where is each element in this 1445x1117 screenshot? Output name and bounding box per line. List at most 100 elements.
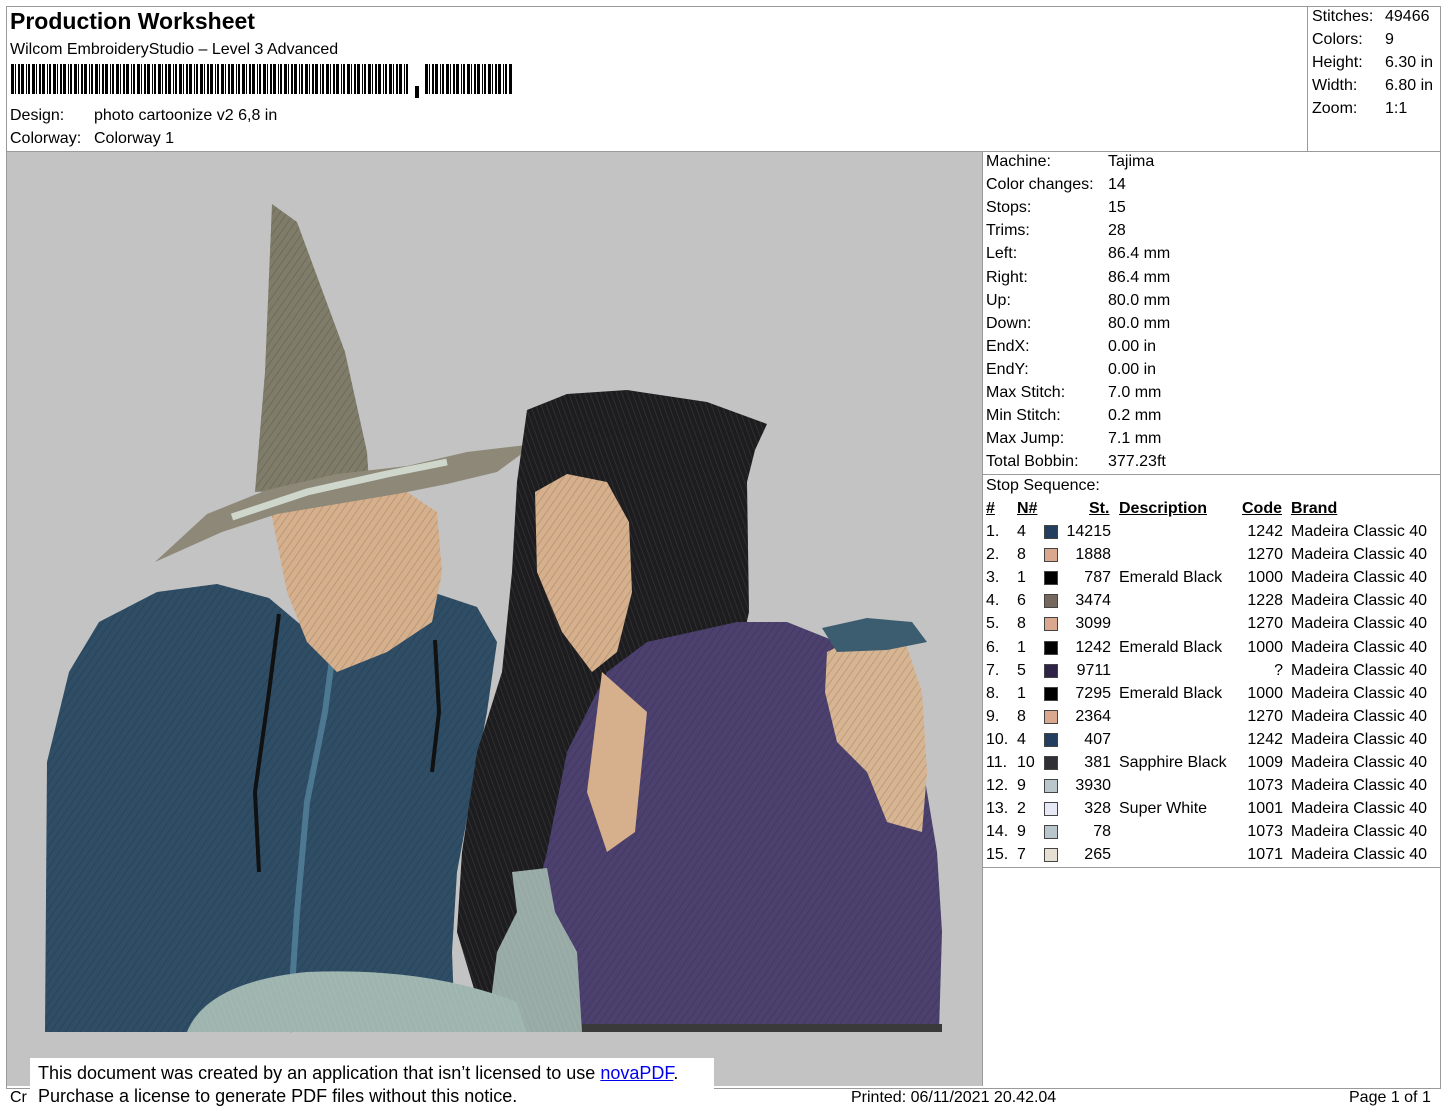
row-code: 1000: [1247, 638, 1283, 656]
design-stats: Stitches: 49466 Colors: 9 Height: 6.30 in W…: [1307, 6, 1442, 152]
row-brand: Madeira Classic 40: [1291, 661, 1428, 679]
stat-height: Height: 6.30 in: [1312, 54, 1434, 71]
row-description: Emerald Black: [1119, 638, 1223, 656]
row-number: 7.: [986, 661, 1000, 679]
row-number: 1.: [986, 523, 1000, 540]
machine-info-label: Down:: [986, 314, 1032, 332]
machine-info-row: Right: 86.4 mm: [986, 269, 1170, 287]
row-needle: 1: [1017, 569, 1026, 587]
row-needle: 4: [1017, 523, 1026, 540]
row-code: 1270: [1247, 546, 1283, 564]
row-code: ?: [1274, 661, 1283, 679]
machine-info-value: 0.00 in: [1108, 337, 1157, 355]
machine-info-row: Total Bobbin: 377.23ft: [986, 453, 1166, 471]
colorway-value: Colorway 1: [94, 130, 175, 147]
machine-info-row: Max Stitch: 7.0 mm: [986, 384, 1161, 402]
novapdf-link[interactable]: novaPDF: [600, 1063, 673, 1083]
row-number: 3.: [986, 569, 1000, 587]
row-description: Super White: [1119, 800, 1208, 818]
row-code: 1000: [1247, 684, 1283, 702]
col-header-brand: Brand: [1291, 500, 1338, 517]
page-number: Page 1 of 1: [1349, 1089, 1431, 1106]
machine-info-label: EndY:: [986, 360, 1029, 378]
row-number: 13.: [986, 800, 1009, 818]
row-brand: Madeira Classic 40: [1291, 800, 1428, 818]
machine-info-label: Left:: [986, 245, 1018, 263]
row-code: 1228: [1247, 592, 1283, 610]
row-brand: Madeira Classic 40: [1291, 592, 1428, 610]
row-brand: Madeira Classic 40: [1291, 846, 1428, 864]
row-needle: 10: [1017, 754, 1035, 771]
machine-info-label: Stops:: [986, 199, 1032, 217]
machine-info-label: Max Jump:: [986, 430, 1065, 448]
machine-info-label: Right:: [986, 268, 1028, 286]
stat-width: Width: 6.80 in: [1312, 77, 1434, 94]
colorway-label: Colorway:: [10, 130, 82, 147]
machine-info-row: Color changes: 14: [986, 176, 1126, 194]
machine-info-label: Total Bobbin:: [986, 453, 1079, 471]
machine-info-label: Max Stitch:: [986, 384, 1066, 401]
row-code: 1001: [1247, 800, 1283, 818]
design-value: photo cartoonize v2 6,8 in: [94, 107, 278, 124]
stat-zoom: Zoom: 1:1: [1312, 100, 1408, 117]
machine-info-value: 14: [1108, 176, 1126, 194]
row-number: 11.: [986, 754, 1008, 771]
row-code: 1270: [1247, 707, 1283, 725]
row-needle: 8: [1017, 615, 1026, 633]
row-brand: Madeira Classic 40: [1291, 754, 1428, 771]
row-number: 8.: [986, 684, 1000, 702]
stat-colors: Colors: 9: [1312, 31, 1394, 48]
row-code: 1242: [1247, 523, 1283, 540]
row-brand: Madeira Classic 40: [1291, 730, 1428, 748]
machine-info-value: 0.00 in: [1108, 360, 1157, 378]
row-needle: 7: [1017, 846, 1026, 864]
machine-info-value: Tajima: [1108, 153, 1155, 170]
col-header-num: #: [986, 500, 995, 517]
row-number: 14.: [986, 823, 1009, 841]
machine-info-row: Up: 80.0 mm: [986, 292, 1170, 310]
row-number: 5.: [986, 615, 1000, 633]
machine-info-value: 15: [1108, 199, 1126, 217]
machine-info-value: 377.23ft: [1108, 453, 1166, 471]
machine-info-row: EndY: 0.00 in: [986, 361, 1156, 379]
row-number: 2.: [986, 546, 1000, 564]
machine-info-label: Min Stitch:: [986, 407, 1061, 425]
row-number: 15.: [986, 846, 1009, 864]
row-stitches: 3099: [1075, 615, 1111, 633]
row-needle: 8: [1017, 707, 1026, 725]
row-stitches: 9711: [1076, 661, 1111, 679]
row-number: 9.: [986, 707, 1000, 725]
row-number: 12.: [986, 777, 1009, 795]
machine-info-row: Trims: 28: [986, 222, 1126, 240]
col-header-code: Code: [1242, 500, 1282, 517]
machine-info-value: 0.2 mm: [1108, 407, 1162, 425]
row-brand: Madeira Classic 40: [1291, 777, 1428, 795]
row-needle: 9: [1017, 823, 1026, 841]
row-stitches: 78: [1093, 823, 1111, 841]
page-title: Production Worksheet: [10, 8, 255, 34]
license-notice: This document was created by an applicat…: [30, 1058, 714, 1116]
row-needle: 1: [1017, 684, 1026, 702]
machine-info-row: Down: 80.0 mm: [986, 315, 1170, 333]
table-bottom-divider: [983, 867, 1441, 868]
machine-info-value: 7.1 mm: [1108, 430, 1162, 448]
row-needle: 5: [1017, 661, 1026, 679]
stop-sequence-title: Stop Sequence:: [986, 477, 1100, 494]
printed-timestamp: Printed: 06/11/2021 20.42.04: [851, 1089, 1057, 1106]
machine-info-label: EndX:: [986, 337, 1030, 355]
row-stitches: 1242: [1075, 638, 1111, 656]
info-divider: [983, 474, 1441, 475]
barcode-image: [11, 64, 512, 98]
row-number: 10.: [986, 730, 1009, 748]
row-number: 6.: [986, 638, 1000, 656]
row-brand: Madeira Classic 40: [1291, 523, 1428, 540]
machine-info-value: 86.4 mm: [1108, 268, 1171, 286]
machine-info-value: 86.4 mm: [1108, 245, 1171, 263]
machine-info-panel: Machine: Tajima Color changes: 14 Stops: 15 Tr…: [982, 152, 1441, 1086]
row-stitches: 2364: [1075, 707, 1111, 725]
row-code: 1073: [1247, 777, 1283, 795]
machine-info-label: Up:: [986, 291, 1011, 309]
row-needle: 9: [1017, 777, 1026, 795]
row-brand: Madeira Classic 40: [1291, 638, 1428, 656]
row-brand: Madeira Classic 40: [1291, 569, 1428, 587]
